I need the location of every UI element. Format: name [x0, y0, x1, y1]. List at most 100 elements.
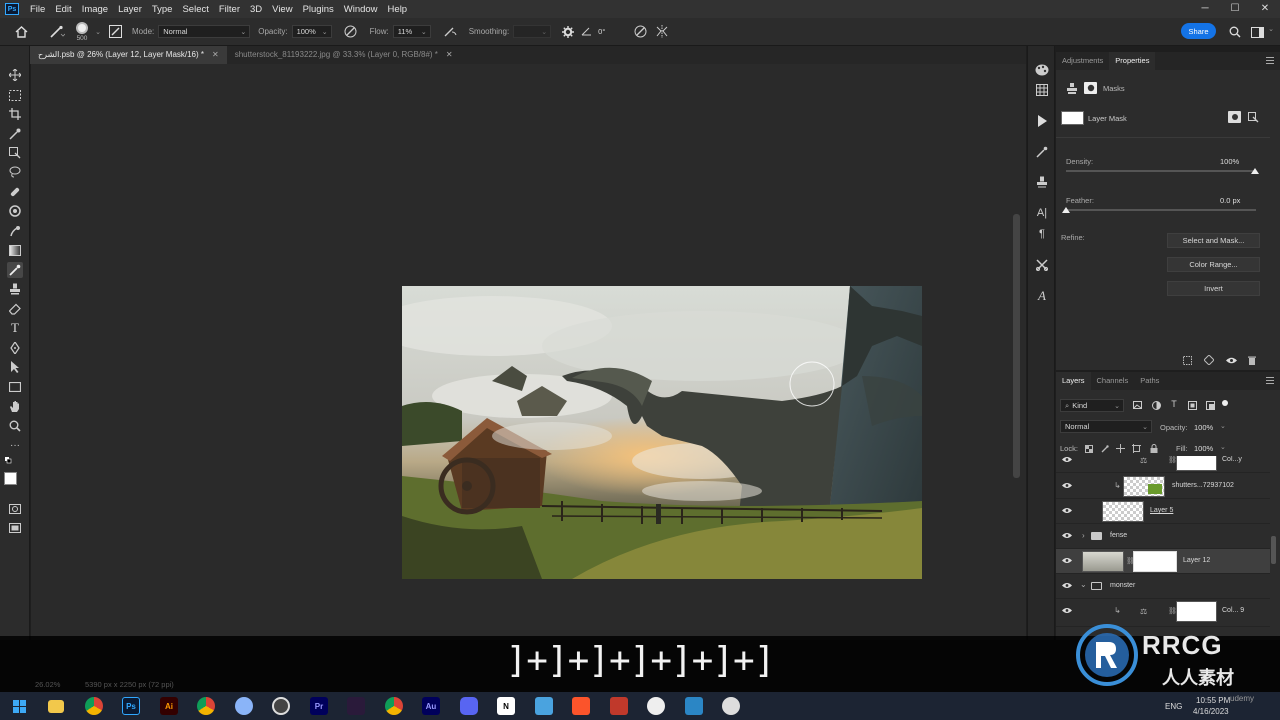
- tab-layers[interactable]: Layers: [1056, 372, 1091, 390]
- invert-button[interactable]: Invert: [1167, 281, 1260, 296]
- app-icon[interactable]: [235, 697, 253, 715]
- file-explorer-icon[interactable]: [48, 700, 64, 713]
- panel-menu-icon[interactable]: [1266, 377, 1274, 384]
- chrome-icon[interactable]: [197, 697, 215, 715]
- layer-mask-thumbnail[interactable]: [1176, 601, 1217, 622]
- chrome-icon[interactable]: [85, 697, 103, 715]
- menu-edit[interactable]: Edit: [50, 4, 76, 15]
- stamp-tool-icon[interactable]: [7, 281, 23, 297]
- clone-stamp-tool-icon[interactable]: [7, 203, 23, 219]
- frame-select-tool-icon[interactable]: [7, 145, 23, 161]
- layer-mask-thumbnail[interactable]: [1176, 456, 1217, 471]
- apply-mask-icon[interactable]: [1204, 355, 1214, 365]
- illustrator-taskbar-icon[interactable]: Ai: [160, 697, 178, 715]
- add-vector-mask-icon[interactable]: [1247, 111, 1260, 123]
- maximize-icon[interactable]: ☐: [1220, 0, 1250, 18]
- feather-slider[interactable]: [1066, 209, 1256, 211]
- home-icon[interactable]: [10, 25, 32, 38]
- smoothing-field[interactable]: ⌄: [513, 25, 552, 38]
- menu-window[interactable]: Window: [339, 4, 383, 15]
- search-icon[interactable]: [1228, 25, 1242, 39]
- pixel-mask-icon[interactable]: [1066, 82, 1078, 94]
- brush-tool-icon[interactable]: [7, 262, 23, 278]
- premiere-taskbar-icon[interactable]: Pr: [310, 697, 328, 715]
- layer-group-monster[interactable]: ⌄ monster: [1056, 574, 1270, 599]
- visibility-eye-icon[interactable]: [1062, 531, 1072, 541]
- density-value[interactable]: 100%: [1220, 157, 1239, 166]
- move-tool-icon[interactable]: [7, 67, 23, 83]
- feather-slider-handle[interactable]: [1062, 207, 1070, 213]
- lasso-tool-icon[interactable]: [7, 164, 23, 180]
- tab-adjustments[interactable]: Adjustments: [1056, 52, 1109, 70]
- eraser-tool-icon[interactable]: [7, 301, 23, 317]
- document-artwork-image[interactable]: [402, 286, 922, 579]
- filter-pixel-icon[interactable]: [1132, 400, 1142, 410]
- app-icon[interactable]: [647, 697, 665, 715]
- notion-icon[interactable]: N: [497, 697, 515, 715]
- visibility-eye-icon[interactable]: [1062, 556, 1072, 566]
- visibility-eye-icon[interactable]: [1062, 606, 1072, 616]
- mode-select[interactable]: Normal ⌄: [158, 25, 251, 38]
- swap-colors-icon[interactable]: [4, 456, 14, 466]
- quick-mask-icon[interactable]: [7, 501, 23, 517]
- clone-source-icon[interactable]: [1034, 174, 1050, 190]
- tab-channels[interactable]: Channels: [1091, 372, 1135, 390]
- menu-plugins[interactable]: Plugins: [298, 4, 339, 15]
- brave-icon[interactable]: [572, 697, 590, 715]
- app-icon[interactable]: [610, 697, 628, 715]
- chevron-right-icon[interactable]: ›: [1082, 531, 1085, 540]
- lock-artboard-icon[interactable]: [1132, 444, 1141, 453]
- more-tools-icon[interactable]: ···: [7, 437, 23, 453]
- filter-type-icon[interactable]: T: [1169, 399, 1179, 409]
- trash-icon[interactable]: [1247, 355, 1257, 365]
- density-slider-handle[interactable]: [1251, 168, 1259, 174]
- audition-taskbar-icon[interactable]: Au: [422, 697, 440, 715]
- rectangle-tool-icon[interactable]: [7, 379, 23, 395]
- photoshop-taskbar-icon[interactable]: Ps: [122, 697, 140, 715]
- menu-help[interactable]: Help: [383, 4, 413, 15]
- angle-field[interactable]: 0°: [593, 25, 620, 38]
- minimize-icon[interactable]: ─: [1190, 0, 1220, 18]
- filter-toggle-icon[interactable]: [1222, 400, 1228, 406]
- chrome-icon[interactable]: [385, 697, 403, 715]
- gear-icon[interactable]: [557, 25, 579, 38]
- opacity-field[interactable]: 100% ⌄: [291, 25, 332, 38]
- foreground-color-swatch[interactable]: [4, 472, 17, 485]
- share-button[interactable]: Share: [1181, 23, 1216, 39]
- select-mask-icon[interactable]: [1228, 111, 1241, 123]
- marquee-tool-icon[interactable]: [7, 87, 23, 103]
- brush-size-picker[interactable]: 500: [70, 19, 94, 45]
- symmetry-icon[interactable]: [651, 25, 673, 38]
- visibility-eye-icon[interactable]: [1062, 506, 1072, 516]
- layer-row-layer-5[interactable]: Layer 5: [1056, 499, 1270, 524]
- layer-group-fense[interactable]: › fense: [1056, 524, 1270, 549]
- color-range-button[interactable]: Color Range...: [1167, 257, 1260, 272]
- panel-menu-icon[interactable]: [1266, 57, 1274, 64]
- flow-field[interactable]: 11% ⌄: [392, 25, 431, 38]
- density-slider[interactable]: [1066, 170, 1256, 172]
- zoom-level[interactable]: 26.02%: [35, 680, 60, 689]
- close-tab-icon[interactable]: ✕: [212, 46, 219, 64]
- menu-layer[interactable]: Layer: [113, 4, 147, 15]
- brush-tool-preset-icon[interactable]: [44, 25, 70, 39]
- layer-opacity-value[interactable]: 100%: [1194, 423, 1213, 432]
- tab-paths[interactable]: Paths: [1134, 372, 1165, 390]
- path-selection-tool-icon[interactable]: [7, 359, 23, 375]
- brush-settings-icon[interactable]: [1034, 144, 1050, 160]
- eyedropper-tool-icon[interactable]: [7, 126, 23, 142]
- visibility-eye-icon[interactable]: [1225, 355, 1237, 365]
- discord-icon[interactable]: [460, 697, 478, 715]
- lock-all-icon[interactable]: [1149, 443, 1158, 453]
- chevron-down-icon[interactable]: ⌄: [1220, 422, 1226, 430]
- hand-tool-icon[interactable]: [7, 398, 23, 414]
- chevron-down-icon[interactable]: ⌄: [1268, 25, 1274, 33]
- app-icon[interactable]: [272, 697, 290, 715]
- paragraph-icon[interactable]: ¶: [1034, 226, 1050, 242]
- canvas-workspace[interactable]: [31, 64, 1026, 640]
- layer-row-layer-12[interactable]: ⛓ Layer 12: [1056, 549, 1270, 574]
- visibility-eye-icon[interactable]: [1062, 456, 1072, 465]
- blend-mode-select[interactable]: Normal ⌄: [1060, 420, 1152, 433]
- menu-3d[interactable]: 3D: [245, 4, 267, 15]
- screen-mode-icon[interactable]: [7, 520, 23, 536]
- brush-settings-panel-icon[interactable]: [106, 25, 124, 38]
